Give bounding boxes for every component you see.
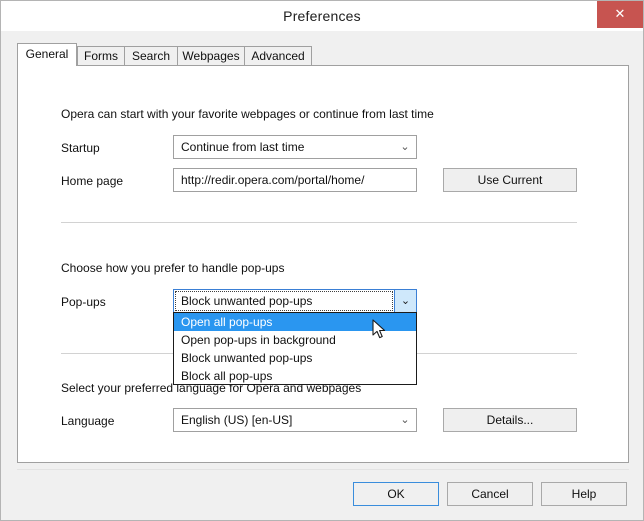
language-dropdown[interactable]: English (US) [en-US] ⌄	[173, 408, 417, 432]
window-title: Preferences	[283, 8, 361, 24]
startup-section-description: Opera can start with your favorite webpa…	[61, 107, 434, 121]
popups-option-open-background[interactable]: Open pop-ups in background	[174, 331, 416, 349]
section-separator-1	[61, 222, 577, 223]
startup-dropdown[interactable]: Continue from last time ⌄	[173, 135, 417, 159]
language-dropdown-value: English (US) [en-US]	[181, 413, 293, 427]
close-glyph: ✕	[614, 7, 626, 22]
popups-option-open-all[interactable]: Open all pop-ups	[174, 313, 416, 331]
tab-general[interactable]: General	[17, 43, 77, 66]
popups-label: Pop-ups	[61, 295, 106, 309]
tab-search[interactable]: Search	[124, 46, 178, 65]
tab-forms[interactable]: Forms	[77, 46, 125, 65]
ok-button[interactable]: OK	[353, 482, 439, 506]
homepage-input[interactable]: http://redir.opera.com/portal/home/	[173, 168, 417, 192]
preferences-dialog: Preferences ✕ General Forms Search Webpa…	[0, 0, 644, 521]
popups-section-description: Choose how you prefer to handle pop-ups	[61, 261, 285, 275]
tab-webpages[interactable]: Webpages	[177, 46, 245, 65]
chevron-down-icon: ⌄	[400, 140, 410, 153]
startup-dropdown-value: Continue from last time	[181, 140, 305, 154]
popups-option-block-unwanted[interactable]: Block unwanted pop-ups	[174, 349, 416, 367]
title-bar: Preferences ✕	[1, 1, 643, 31]
footer-separator	[17, 469, 629, 470]
homepage-input-value: http://redir.opera.com/portal/home/	[181, 173, 365, 187]
help-button[interactable]: Help	[541, 482, 627, 506]
tab-advanced[interactable]: Advanced	[244, 46, 312, 65]
tab-strip: General Forms Search Webpages Advanced	[17, 43, 629, 66]
chevron-down-icon: ⌄	[400, 413, 410, 426]
startup-label: Startup	[61, 141, 100, 155]
use-current-button[interactable]: Use Current	[443, 168, 577, 192]
popups-dropdown-list[interactable]: Open all pop-ups Open pop-ups in backgro…	[173, 312, 417, 385]
popups-dropdown-value: Block unwanted pop-ups	[181, 294, 313, 308]
close-icon[interactable]: ✕	[597, 1, 643, 28]
homepage-label: Home page	[61, 174, 124, 188]
chevron-down-icon: ⌄	[394, 290, 416, 312]
cancel-button[interactable]: Cancel	[447, 482, 533, 506]
popups-dropdown[interactable]: Block unwanted pop-ups ⌄	[173, 289, 417, 313]
language-label: Language	[61, 414, 115, 428]
details-button[interactable]: Details...	[443, 408, 577, 432]
popups-option-block-all[interactable]: Block all pop-ups	[174, 367, 416, 385]
